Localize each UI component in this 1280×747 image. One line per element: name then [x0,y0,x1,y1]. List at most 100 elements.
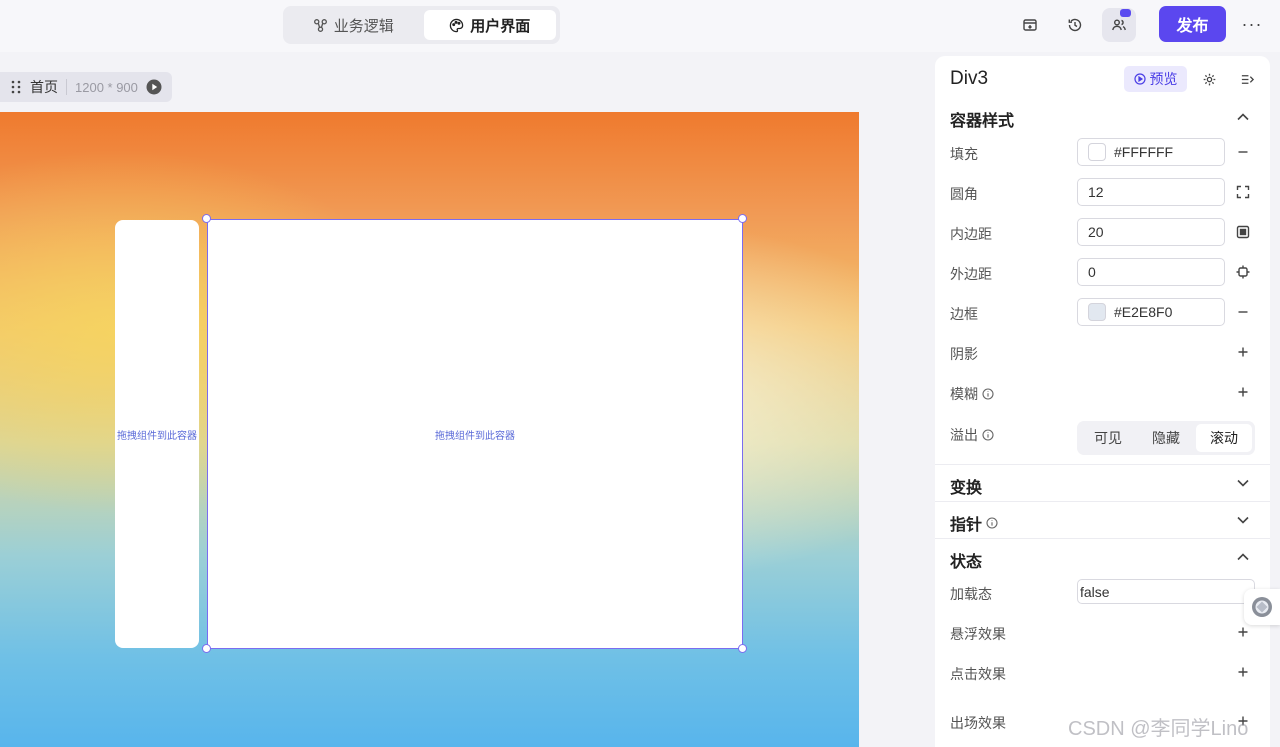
radius-value: 12 [1088,184,1104,200]
panel-header: Div3 预览 [935,56,1270,102]
margin-input[interactable]: 0 [1077,258,1225,286]
padding-input[interactable]: 20 [1077,218,1225,246]
margin-box-icon [1236,265,1250,279]
margin-sides-button[interactable] [1235,264,1251,280]
flow-nodes-icon [313,18,327,32]
resize-handle-bottom-left[interactable] [202,644,211,653]
section-title: 状态 [950,554,983,571]
resize-handle-bottom-right[interactable] [738,644,747,653]
preview-button[interactable]: 预览 [1124,66,1187,92]
border-value: #E2E8F0 [1114,304,1173,320]
fill-value: #FFFFFF [1114,144,1174,160]
play-icon[interactable] [146,79,162,95]
assistant-orb-icon [1252,597,1272,617]
border-label: 边框 [950,306,978,322]
selected-container-div3[interactable]: 拖拽组件到此容器 [207,219,743,649]
plus-icon [1238,667,1248,677]
collaborators-button[interactable] [1102,8,1136,42]
radius-input[interactable]: 12 [1077,178,1225,206]
resize-handle-top-left[interactable] [202,214,211,223]
divider [935,538,1270,539]
more-options-icon[interactable]: ··· [1236,8,1268,40]
enter-effect-label: 出场效果 [950,715,1006,731]
chevron-up-icon[interactable] [1236,110,1250,124]
loading-state-label: 加载态 [950,586,992,602]
tab-label: 业务逻辑 [333,17,394,35]
section-pointer[interactable]: 指针 [950,511,998,535]
settings-button[interactable] [1200,70,1218,88]
shadow-label: 阴影 [950,346,978,362]
users-icon [1112,19,1126,31]
blur-label: 模糊 [950,384,994,404]
radius-label: 圆角 [950,186,978,202]
page-name[interactable]: 首页 [30,77,58,97]
section-state[interactable]: 状态 [950,548,982,572]
section-title: 变换 [950,480,983,497]
padding-label: 内边距 [950,226,992,242]
drop-hint: 拖拽组件到此容器 [435,430,515,442]
overflow-label-text: 溢出 [950,427,978,443]
drag-handle-icon[interactable] [10,80,22,94]
fill-color-input[interactable]: #FFFFFF [1077,138,1225,166]
tab-user-interface[interactable]: 用户界面 [423,10,556,40]
padding-box-icon [1236,225,1250,239]
notification-badge [1120,9,1131,17]
fill-swatch[interactable] [1088,143,1106,161]
remove-fill-button[interactable] [1235,144,1251,160]
collapse-panel-button[interactable] [1238,70,1256,88]
save-box-button[interactable] [1013,8,1047,42]
play-circle-icon [1133,73,1146,85]
mode-switch: 业务逻辑 用户界面 [283,6,560,44]
hover-effect-label: 悬浮效果 [950,626,1006,642]
margin-label: 外边距 [950,266,992,282]
loading-state-value: false [1080,583,1110,600]
minus-icon [1238,151,1248,153]
gear-icon [1203,73,1215,85]
resize-handle-top-right[interactable] [738,214,747,223]
overflow-option-visible[interactable]: 可见 [1080,424,1136,452]
minus-icon [1238,311,1248,313]
info-icon[interactable] [986,517,998,529]
divider [935,464,1270,465]
side-container[interactable]: 拖拽组件到此容器 [115,220,199,648]
preview-label: 预览 [1149,71,1178,87]
history-button[interactable] [1058,8,1092,42]
tab-label: 用户界面 [470,17,531,35]
add-shadow-button[interactable] [1235,344,1251,360]
section-transform[interactable]: 变换 [950,474,982,498]
watermark: CSDN @李同学Lino [1068,718,1249,740]
chevron-down-icon[interactable] [1236,476,1250,490]
overflow-option-hidden[interactable]: 隐藏 [1138,424,1194,452]
click-effect-label: 点击效果 [950,666,1006,682]
history-icon [1068,18,1082,32]
plus-icon [1238,627,1248,637]
padding-value: 20 [1088,224,1104,240]
corners-icon [1236,185,1250,199]
info-icon[interactable] [982,388,994,400]
page-size: 1200 * 900 [75,79,138,95]
padding-sides-button[interactable] [1235,224,1251,240]
add-click-effect-button[interactable] [1235,664,1251,680]
loading-state-input[interactable]: false [1077,579,1255,604]
border-color-input[interactable]: #E2E8F0 [1077,298,1225,326]
add-blur-button[interactable] [1235,384,1251,400]
archive-icon [1023,19,1037,31]
chevron-up-icon[interactable] [1236,550,1250,564]
floating-assistant-button[interactable] [1244,589,1280,625]
publish-button[interactable]: 发布 [1159,6,1226,42]
tab-business-logic[interactable]: 业务逻辑 [287,10,420,40]
overflow-option-scroll[interactable]: 滚动 [1196,424,1252,452]
chevron-down-icon[interactable] [1236,513,1250,527]
section-title: 容器样式 [950,113,1015,130]
border-swatch[interactable] [1088,303,1106,321]
add-hover-effect-button[interactable] [1235,624,1251,640]
page-chip: 首页 1200 * 900 [0,72,172,102]
section-title: 指针 [950,517,983,534]
plus-icon [1238,387,1248,397]
info-icon[interactable] [982,429,994,441]
section-container-style[interactable]: 容器样式 [950,107,1014,131]
top-bar: 业务逻辑 用户界面 发布 ··· [0,0,1280,52]
radius-corners-button[interactable] [1235,184,1251,200]
remove-border-button[interactable] [1235,304,1251,320]
divider [935,501,1270,502]
